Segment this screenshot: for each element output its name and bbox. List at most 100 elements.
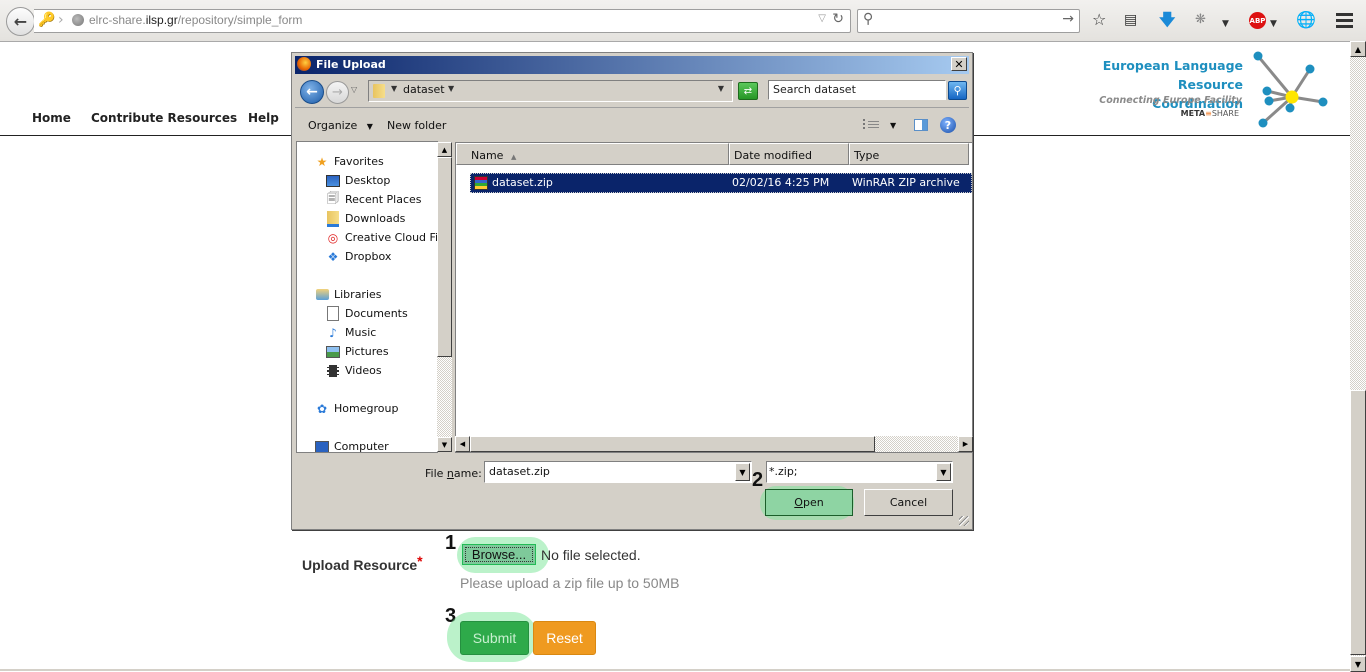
- nav-home[interactable]: Home: [32, 111, 71, 125]
- nav-scroll-down-button[interactable]: ▼: [437, 437, 452, 452]
- abp-dropdown-icon[interactable]: ▼: [1270, 15, 1277, 33]
- download-icon[interactable]: 🡇: [1159, 11, 1175, 29]
- nav-libraries[interactable]: Libraries: [315, 288, 382, 301]
- help-icon[interactable]: ?: [940, 117, 956, 133]
- dialog-forward-button[interactable]: →: [326, 81, 349, 104]
- preview-pane-icon[interactable]: [914, 119, 928, 131]
- nav-favorites[interactable]: ★ Favorites: [315, 155, 384, 169]
- dialog-close-button[interactable]: ✕: [951, 57, 967, 71]
- bookmark-star-icon[interactable]: ☆: [1092, 11, 1106, 29]
- file-type-select[interactable]: *.zip;: [766, 461, 953, 483]
- menu-icon[interactable]: [1336, 13, 1353, 31]
- logo-node: [1253, 51, 1263, 61]
- nav-help[interactable]: Help: [248, 111, 279, 125]
- breadcrumb-dataset[interactable]: dataset: [403, 83, 445, 96]
- nav-pane-scrollbar[interactable]: ▲ ▼: [437, 142, 452, 452]
- recent-locations-dropdown-icon[interactable]: ▽: [351, 85, 357, 94]
- logo-node: [1264, 96, 1274, 106]
- elrc-network-logo-icon: [1253, 51, 1328, 128]
- nav-scroll-thumb[interactable]: [437, 157, 452, 357]
- downloads-folder-icon: [326, 210, 340, 227]
- dialog-command-bar: Organize ▼ New folder ▼ ?: [295, 109, 969, 139]
- dialog-address-row: ← → ▽ ▼ dataset ▼ ▼ ⇄ Search dataset ⚲: [295, 77, 969, 108]
- close-icon: ✕: [954, 57, 964, 71]
- new-folder-button[interactable]: New folder: [387, 119, 446, 132]
- logo-node: [1318, 97, 1328, 107]
- back-icon: ←: [13, 12, 28, 31]
- page-scrollbar[interactable]: ▲ ▼: [1350, 41, 1366, 672]
- column-header-name[interactable]: Name ▲: [456, 143, 729, 165]
- nav-homegroup[interactable]: ✿ Homegroup: [315, 402, 398, 416]
- path-breadcrumb[interactable]: ▼ dataset ▼ ▼: [368, 80, 733, 102]
- dropbox-icon: ❖: [327, 249, 339, 264]
- submit-button[interactable]: Submit: [460, 621, 529, 655]
- dialog-title: File Upload: [316, 58, 386, 71]
- nav-downloads[interactable]: Downloads: [326, 210, 405, 227]
- browser-search-input[interactable]: ⚲ →: [857, 9, 1080, 33]
- url-text[interactable]: elrc-share.ilsp.gr/repository/simple_for…: [89, 13, 302, 27]
- recent-places-icon: 🗐: [327, 191, 339, 205]
- back-button[interactable]: ←: [6, 7, 35, 36]
- path-dropdown-icon[interactable]: ▼: [718, 84, 724, 93]
- hscroll-left-button[interactable]: ◀: [455, 436, 470, 452]
- nav-documents[interactable]: Documents: [326, 306, 408, 321]
- column-header-type[interactable]: Type: [849, 143, 969, 165]
- nav-creative-cloud[interactable]: ◎ Creative Cloud File: [326, 231, 437, 245]
- reload-icon[interactable]: ↻: [832, 11, 844, 27]
- key-icon[interactable]: 🔑: [38, 12, 55, 28]
- organize-menu[interactable]: Organize ▼: [308, 119, 373, 132]
- address-bar[interactable]: 🔑 › elrc-share.ilsp.gr/repository/simple…: [34, 9, 851, 33]
- nav-videos[interactable]: Videos: [326, 364, 382, 377]
- scroll-up-button[interactable]: ▲: [1350, 41, 1366, 57]
- file-row[interactable]: dataset.zip 02/02/16 4:25 PM WinRAR ZIP …: [470, 173, 972, 193]
- file-name-label: File name:: [425, 467, 482, 480]
- browser-toolbar: ← 🔑 › elrc-share.ilsp.gr/repository/simp…: [0, 0, 1366, 42]
- cancel-button[interactable]: Cancel: [864, 489, 953, 516]
- file-name-input[interactable]: dataset.zip: [484, 461, 752, 483]
- dialog-search-button[interactable]: ⚲: [948, 81, 967, 100]
- file-list-hscrollbar[interactable]: ◀ ▶: [455, 436, 973, 452]
- logo-node: [1285, 103, 1295, 113]
- globe-icon[interactable]: [72, 14, 84, 26]
- breadcrumb-arrow-icon[interactable]: ▼: [448, 84, 454, 93]
- logo-center-node: [1285, 90, 1299, 104]
- nav-contribute-resources[interactable]: Contribute Resources: [91, 111, 237, 125]
- dialog-back-button[interactable]: ←: [300, 80, 324, 104]
- nav-recent-places[interactable]: 🗐 Recent Places: [326, 191, 422, 206]
- computer-icon: [315, 440, 329, 452]
- file-name-dropdown-icon[interactable]: ▼: [735, 463, 750, 481]
- abp-icon[interactable]: ABP: [1249, 12, 1266, 29]
- upload-hint: Please upload a zip file up to 50MB: [460, 575, 680, 591]
- refresh-button[interactable]: ⇄: [738, 82, 758, 100]
- extension-dropdown-icon[interactable]: ▼: [1222, 15, 1229, 33]
- column-header-date-modified[interactable]: Date modified: [729, 143, 849, 165]
- breadcrumb-arrow-icon[interactable]: ▼: [391, 84, 397, 93]
- scroll-down-button[interactable]: ▼: [1350, 656, 1366, 672]
- dialog-search-input[interactable]: Search dataset: [768, 80, 946, 100]
- views-dropdown-icon[interactable]: ▼: [890, 121, 896, 130]
- reading-list-icon[interactable]: ▤: [1124, 11, 1137, 29]
- hscroll-thumb[interactable]: [470, 436, 875, 452]
- url-history-dropdown-icon[interactable]: ▽: [818, 13, 826, 24]
- reset-button[interactable]: Reset: [533, 621, 596, 655]
- nav-dropbox[interactable]: ❖ Dropbox: [326, 249, 392, 264]
- open-button[interactable]: Open: [765, 489, 853, 516]
- browse-button[interactable]: Browse...: [462, 544, 536, 565]
- file-name: dataset.zip: [492, 176, 553, 189]
- hscroll-right-button[interactable]: ▶: [958, 436, 973, 452]
- resize-grip-icon[interactable]: [959, 516, 969, 526]
- nav-pictures[interactable]: Pictures: [326, 345, 389, 358]
- organize-dropdown-icon: ▼: [366, 122, 373, 131]
- go-arrow-icon[interactable]: →: [1062, 11, 1074, 27]
- sort-ascending-icon: ▲: [510, 153, 517, 161]
- nav-music[interactable]: ♪ Music: [326, 326, 376, 340]
- nav-desktop[interactable]: Desktop: [326, 174, 390, 187]
- extension-bug-icon[interactable]: ❋: [1195, 11, 1206, 29]
- dialog-titlebar[interactable]: File Upload ✕: [295, 56, 969, 74]
- views-icon[interactable]: [863, 119, 879, 129]
- file-type-dropdown-icon[interactable]: ▼: [936, 463, 951, 481]
- scroll-thumb[interactable]: [1350, 390, 1366, 655]
- nav-scroll-up-button[interactable]: ▲: [437, 142, 452, 157]
- globe-edit-icon[interactable]: 🌐: [1296, 11, 1316, 29]
- nav-computer[interactable]: Computer: [315, 440, 389, 452]
